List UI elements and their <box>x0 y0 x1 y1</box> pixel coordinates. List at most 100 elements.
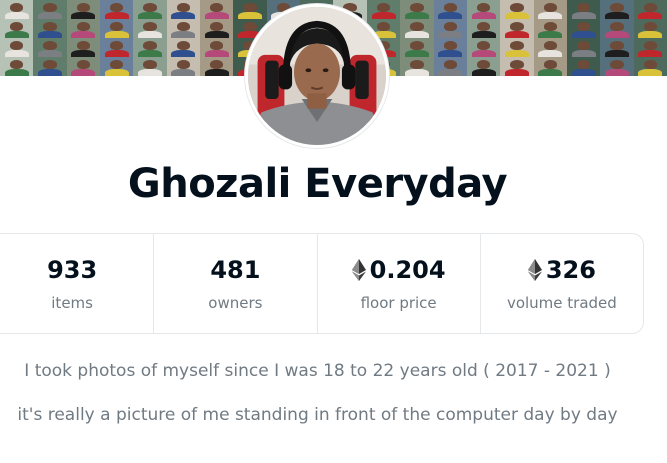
tile-shirt-shape <box>604 11 629 19</box>
tile-shirt-shape <box>71 30 96 38</box>
tile-head-shape <box>376 3 391 13</box>
tile-head-shape <box>510 41 524 51</box>
stat-value: 0.204 <box>351 256 446 284</box>
tile-head-shape <box>76 22 91 32</box>
banner-photo-tile <box>0 38 34 57</box>
tile-head-shape <box>610 60 624 70</box>
banner-photo-tile <box>0 57 34 76</box>
tile-head-shape <box>176 22 191 32</box>
tile-shirt-shape <box>4 68 29 76</box>
tile-head-shape <box>43 22 57 32</box>
tile-shirt-shape <box>38 49 62 57</box>
tile-shirt-shape <box>571 11 596 19</box>
stat-label: owners <box>208 293 263 312</box>
avatar-photo <box>248 7 386 145</box>
collection-title: Ghozali Everyday <box>127 161 508 207</box>
tile-shirt-shape <box>38 68 62 76</box>
banner-photo-tile <box>566 57 601 76</box>
tile-head-shape <box>176 3 191 13</box>
tile-shirt-shape <box>571 30 596 38</box>
banner-photo-tile <box>633 57 667 76</box>
banner-photo-tile <box>166 19 201 38</box>
banner-photo-tile <box>66 57 101 76</box>
tile-shirt-shape <box>138 68 163 76</box>
tile-shirt-shape <box>504 49 529 57</box>
tile-head-shape <box>643 60 657 70</box>
tile-shirt-shape <box>471 49 496 57</box>
tile-head-shape <box>243 22 257 32</box>
banner-photo-tile <box>500 19 534 38</box>
tile-head-shape <box>443 60 457 70</box>
stat-value: 933 <box>47 256 97 284</box>
banner-photo-tile <box>533 38 567 57</box>
collection-description: I took photos of myself since I was 18 t… <box>0 356 635 444</box>
tile-shirt-shape <box>438 68 463 76</box>
banner-photo-tile <box>66 0 101 19</box>
tile-shirt-shape <box>204 68 229 76</box>
tile-head-shape <box>610 41 624 51</box>
tile-head-shape <box>543 41 557 51</box>
banner-photo-tile <box>133 38 167 57</box>
stat-label: items <box>51 293 93 312</box>
tile-shirt-shape <box>571 49 596 57</box>
tile-head-shape <box>643 41 657 51</box>
banner-photo-tile <box>0 0 34 19</box>
banner-photo-tile <box>33 57 67 76</box>
banner-photo-tile <box>500 57 534 76</box>
banner-photo-tile <box>100 57 134 76</box>
tile-shirt-shape <box>604 30 629 38</box>
stat-floor-price[interactable]: 0.204 floor price <box>318 234 481 333</box>
banner-photo-tile <box>100 19 134 38</box>
stat-owners[interactable]: 481 owners <box>154 234 318 333</box>
tile-shirt-shape <box>604 49 629 57</box>
banner-photo-tile <box>500 0 534 19</box>
banner-photo-tile <box>566 0 601 19</box>
banner-photo-tile <box>66 19 101 38</box>
tile-shirt-shape <box>171 11 196 19</box>
banner-photo-tile <box>633 0 667 19</box>
banner-photo-tile <box>66 38 101 57</box>
stat-volume-traded[interactable]: 326 volume traded <box>481 234 643 333</box>
stat-value: 481 <box>210 256 260 284</box>
stat-items[interactable]: 933 items <box>0 234 155 333</box>
tile-head-shape <box>143 22 157 32</box>
tile-shirt-shape <box>538 68 563 76</box>
tile-head-shape <box>576 41 591 51</box>
banner-photo-tile <box>433 57 467 76</box>
banner-photo-tile <box>100 0 134 19</box>
tile-shirt-shape <box>171 49 196 57</box>
banner-photo-tile <box>533 0 567 19</box>
tile-shirt-shape <box>4 30 29 38</box>
collection-avatar[interactable] <box>245 4 389 148</box>
tile-head-shape <box>43 41 57 51</box>
tile-shirt-shape <box>471 11 496 19</box>
tile-shirt-shape <box>138 30 163 38</box>
tile-head-shape <box>76 3 91 13</box>
tile-head-shape <box>476 60 491 70</box>
tile-shirt-shape <box>504 11 529 19</box>
tile-head-shape <box>210 41 224 51</box>
banner-photo-tile <box>133 19 167 38</box>
banner-photo-tile <box>533 57 567 76</box>
tile-head-shape <box>610 22 624 32</box>
tile-head-shape <box>210 22 224 32</box>
tile-head-shape <box>143 41 157 51</box>
tile-shirt-shape <box>71 49 96 57</box>
tile-head-shape <box>43 60 57 70</box>
tile-shirt-shape <box>404 11 429 19</box>
tile-head-shape <box>10 3 24 13</box>
tile-shirt-shape <box>38 30 62 38</box>
tile-head-shape <box>76 41 91 51</box>
tile-shirt-shape <box>504 68 529 76</box>
banner-photo-tile <box>600 0 634 19</box>
tile-head-shape <box>510 22 524 32</box>
tile-head-shape <box>576 60 591 70</box>
banner-photo-tile <box>0 19 34 38</box>
tile-shirt-shape <box>504 30 529 38</box>
tile-shirt-shape <box>638 49 663 57</box>
tile-shirt-shape <box>438 11 463 19</box>
tile-head-shape <box>143 3 157 13</box>
banner-photo-tile <box>533 19 567 38</box>
tile-head-shape <box>443 22 457 32</box>
tile-shirt-shape <box>471 30 496 38</box>
